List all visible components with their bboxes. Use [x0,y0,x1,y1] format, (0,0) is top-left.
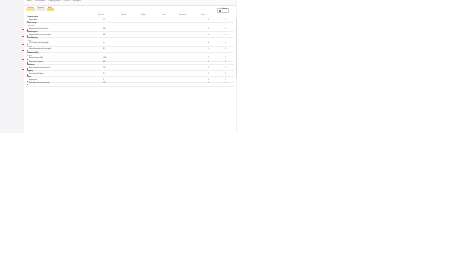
breadcrumb-item[interactable]: Q4 2023 [64,1,70,2]
row-label: Read replica (regional) [28,61,44,63]
alert-marker [21,35,24,37]
row-label: HTTPS proxy rules (forwarding) [28,43,49,45]
cell-value: 310 [103,67,106,69]
cell-value: 1 [208,73,209,75]
cell-value: 86 [103,49,105,51]
cell-value: 0 [208,83,209,85]
cell-value: 0 [208,67,209,69]
cell-value: 285 [103,34,106,36]
row-name: HTTPS proxy rules (forwarding) [27,43,49,46]
cell-value: 1 [208,34,209,36]
cell-value: 1,640 [103,58,107,60]
cell-value: 150 [103,83,106,85]
cost-table: Compute engine Project alpha 1.2 0 1 Cloud st… [21,17,234,87]
row-label: Regional traffic (us-east to eu-west) [28,34,51,36]
row-name: Internal forwarding rules (managed) [27,49,51,52]
table-row[interactable]: Marketplace licenses (third party) 150 0 1 [26,83,234,87]
cell-value: 3 [225,28,226,30]
app-window: Billing› Cost allocation› Usage by proje… [0,0,237,133]
cell-value: 1 [208,49,209,51]
alert-marker [21,58,24,60]
cell-value: 1.2 [103,19,105,21]
scrollbar-thumb[interactable] [236,18,237,78]
column-header: Budget [141,14,146,16]
cell-value: 1 [225,34,226,36]
row-label: Backups bucket (archive class) [28,28,49,30]
settings-button[interactable]: Settings [217,8,230,14]
row-name: Primary instance (HA) [27,58,43,61]
chip-overview[interactable]: Overview [26,8,36,11]
cell-value: 1 [225,58,226,60]
column-header: Trend [201,14,205,16]
cell-value: 0 [208,61,209,63]
breadcrumb-item[interactable]: Billing [27,1,31,2]
row-name: Metrics ingestion (custom metrics) [27,68,50,71]
breadcrumb-item[interactable]: Cost allocation [35,1,45,2]
cell-value: 1 [225,83,226,85]
row-name: Backups bucket (archive class) [27,29,48,32]
cell-value: 430 [103,28,106,30]
chip-alerts[interactable]: Alerts [46,8,54,11]
cell-value: 2 [208,58,209,60]
cell-value: 12 [103,43,105,45]
chip-by-project[interactable]: By project [36,8,46,11]
row-name: Marketplace licenses (third party) [27,83,49,86]
row-label: Internal forwarding rules (managed) [28,49,52,51]
column-header: Forecast [121,14,127,16]
cell-value: 0 [208,43,209,45]
row-name: Regional traffic (us-east to eu-west) [27,35,51,38]
filter-chips: Overview By project Alerts [26,8,54,11]
cell-value: 1 [225,19,226,21]
breadcrumb-item[interactable]: All regions [73,1,80,2]
cell-value: 2 [225,43,226,45]
row-label: Marketplace licenses (third party) [28,83,50,85]
row-name: Read replica (regional) [27,62,43,65]
breadcrumb-item[interactable]: Usage by project [48,1,60,2]
cell-value: 1 [225,67,226,69]
column-header: Remaining [179,14,186,16]
column-header: Used [162,14,166,16]
left-sidebar [0,0,24,133]
column-header: Total cost [98,14,104,16]
cell-value: 1 [225,61,226,63]
breadcrumb: Billing› Cost allocation› Usage by proje… [27,1,81,3]
cell-value: 0 [208,19,209,21]
row-label: Log retention (30 days) [28,73,44,75]
row-label: Metrics ingestion (custom metrics) [28,67,51,69]
cell-value: 1 [225,73,226,75]
cell-value: 75 [103,73,105,75]
settings-button-label: Settings [221,9,228,11]
row-name: Log retention (30 days) [27,74,43,77]
alert-marker [21,68,24,70]
cell-value: 0 [208,28,209,30]
cell-value: 920 [103,61,106,63]
cell-value: 0 [225,49,226,51]
row-label: Primary instance (HA) [28,58,43,60]
